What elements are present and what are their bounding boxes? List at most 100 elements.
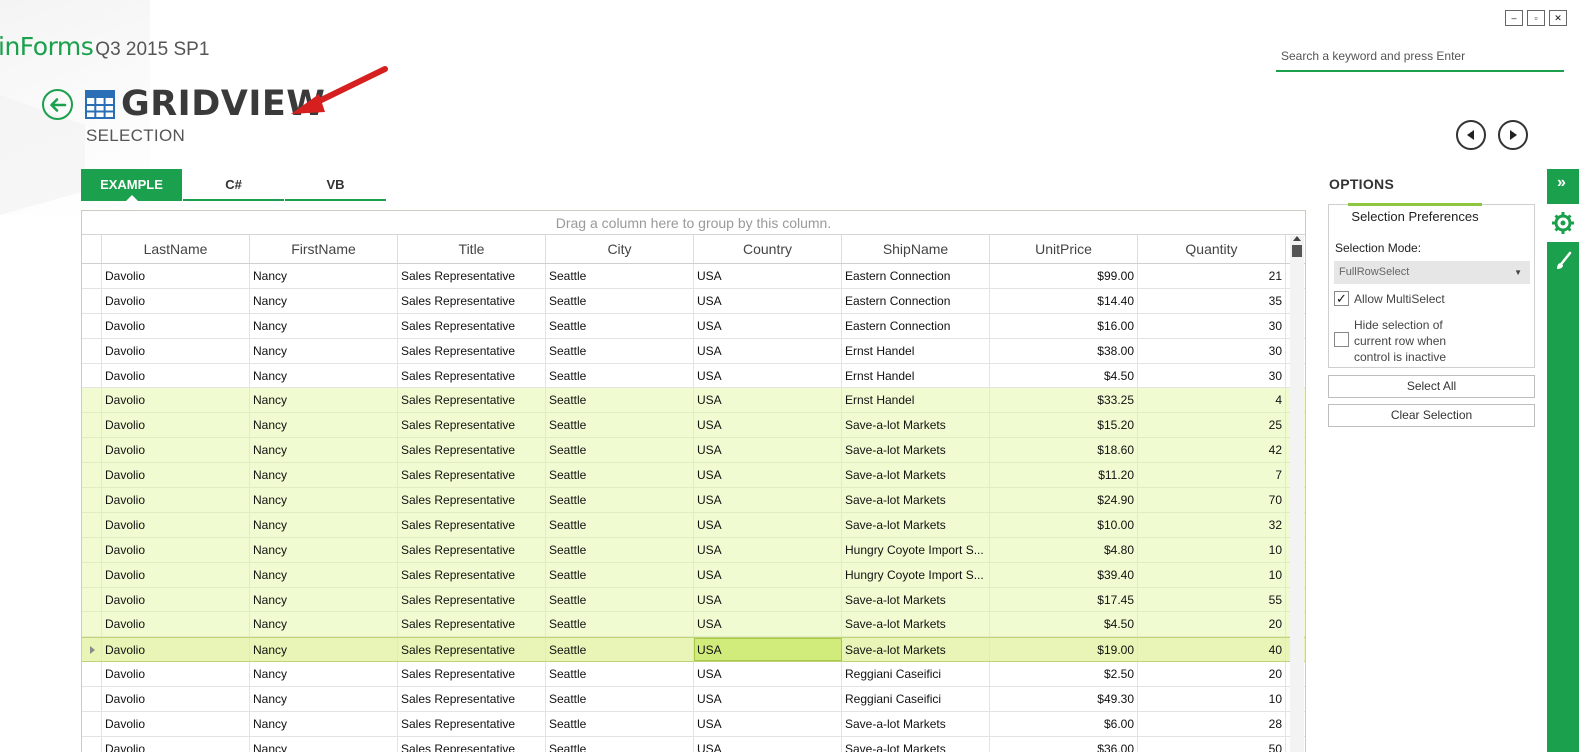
cell-firstname[interactable]: Nancy	[250, 338, 398, 363]
cell-title[interactable]: Sales Representative	[398, 587, 546, 612]
table-row[interactable]: Davolio Nancy Sales Representative Seattle U…	[82, 612, 1305, 638]
cell-city[interactable]: Seattle	[546, 338, 694, 363]
cell-firstname[interactable]: Nancy	[250, 736, 398, 752]
cell-city[interactable]: Seattle	[546, 612, 694, 637]
cell-quantity[interactable]: 28	[1138, 712, 1286, 736]
cell-quantity[interactable]: 10	[1138, 687, 1286, 712]
cell-quantity[interactable]: 20	[1138, 612, 1286, 637]
row-indicator-cell[interactable]	[82, 537, 102, 562]
cell-city[interactable]: Seattle	[546, 388, 694, 413]
cell-title[interactable]: Sales Representative	[398, 638, 546, 662]
cell-firstname[interactable]: Nancy	[250, 463, 398, 488]
cell-lastname[interactable]: Davolio	[102, 712, 250, 736]
cell-title[interactable]: Sales Representative	[398, 264, 546, 288]
cell-unitprice[interactable]: $11.20	[990, 463, 1138, 488]
cell-unitprice[interactable]: $49.30	[990, 687, 1138, 712]
allow-multiselect-option[interactable]: ✓ Allow MultiSelect	[1334, 291, 1445, 307]
cell-country[interactable]: USA	[694, 638, 842, 662]
cell-lastname[interactable]: Davolio	[102, 537, 250, 562]
cell-shipname[interactable]: Ernst Handel	[842, 363, 990, 388]
row-indicator-cell[interactable]	[82, 463, 102, 488]
cell-country[interactable]: USA	[694, 388, 842, 413]
row-indicator-cell[interactable]	[82, 712, 102, 736]
cell-city[interactable]: Seattle	[546, 638, 694, 662]
cell-shipname[interactable]: Save-a-lot Markets	[842, 612, 990, 637]
cell-shipname[interactable]: Save-a-lot Markets	[842, 463, 990, 488]
cell-shipname[interactable]: Save-a-lot Markets	[842, 712, 990, 736]
cell-title[interactable]: Sales Representative	[398, 338, 546, 363]
selection-mode-dropdown[interactable]: FullRowSelect ▼	[1334, 261, 1530, 284]
cell-shipname[interactable]: Eastern Connection	[842, 264, 990, 288]
cell-title[interactable]: Sales Representative	[398, 463, 546, 488]
chevron-right-icon[interactable]: »	[1557, 174, 1566, 192]
cell-quantity[interactable]: 20	[1138, 662, 1286, 687]
cell-quantity[interactable]: 40	[1138, 638, 1286, 662]
cell-city[interactable]: Seattle	[546, 363, 694, 388]
cell-country[interactable]: USA	[694, 662, 842, 687]
cell-quantity[interactable]: 30	[1138, 313, 1286, 338]
cell-unitprice[interactable]: $17.45	[990, 587, 1138, 612]
group-panel[interactable]: Drag a column here to group by this colu…	[82, 211, 1305, 235]
table-row[interactable]: Davolio Nancy Sales Representative Seattle U…	[82, 438, 1305, 464]
cell-firstname[interactable]: Nancy	[250, 638, 398, 662]
cell-city[interactable]: Seattle	[546, 712, 694, 736]
cell-country[interactable]: USA	[694, 587, 842, 612]
cell-title[interactable]: Sales Representative	[398, 363, 546, 388]
cell-lastname[interactable]: Davolio	[102, 612, 250, 637]
cell-lastname[interactable]: Davolio	[102, 413, 250, 438]
table-row[interactable]: Davolio Nancy Sales Representative Seattle U…	[82, 288, 1305, 314]
cell-title[interactable]: Sales Representative	[398, 562, 546, 587]
cell-title[interactable]: Sales Representative	[398, 537, 546, 562]
back-button[interactable]	[42, 89, 73, 120]
column-header-country[interactable]: Country	[694, 235, 842, 263]
cell-lastname[interactable]: Davolio	[102, 264, 250, 288]
grid-view[interactable]: Drag a column here to group by this colu…	[81, 210, 1306, 752]
cell-firstname[interactable]: Nancy	[250, 388, 398, 413]
cell-quantity[interactable]: 25	[1138, 413, 1286, 438]
cell-firstname[interactable]: Nancy	[250, 612, 398, 637]
cell-country[interactable]: USA	[694, 413, 842, 438]
column-header-lastname[interactable]: LastName	[102, 235, 250, 263]
cell-quantity[interactable]: 21	[1138, 264, 1286, 288]
cell-title[interactable]: Sales Representative	[398, 612, 546, 637]
table-row[interactable]: Davolio Nancy Sales Representative Seattle U…	[82, 562, 1305, 588]
table-row[interactable]: Davolio Nancy Sales Representative Seattle U…	[82, 712, 1305, 737]
cell-country[interactable]: USA	[694, 363, 842, 388]
cell-shipname[interactable]: Ernst Handel	[842, 388, 990, 413]
tab-vb[interactable]: VB	[285, 169, 386, 201]
search-input[interactable]	[1276, 44, 1564, 68]
cell-unitprice[interactable]: $19.00	[990, 638, 1138, 662]
row-indicator-cell[interactable]	[82, 662, 102, 687]
table-row[interactable]: Davolio Nancy Sales Representative Seattle U…	[82, 313, 1305, 339]
column-header-title[interactable]: Title	[398, 235, 546, 263]
cell-firstname[interactable]: Nancy	[250, 562, 398, 587]
cell-title[interactable]: Sales Representative	[398, 438, 546, 463]
table-row[interactable]: Davolio Nancy Sales Representative Seattle U…	[82, 413, 1305, 439]
cell-lastname[interactable]: Davolio	[102, 662, 250, 687]
cell-lastname[interactable]: Davolio	[102, 687, 250, 712]
cell-shipname[interactable]: Reggiani Caseifici	[842, 687, 990, 712]
cell-unitprice[interactable]: $16.00	[990, 313, 1138, 338]
row-indicator-cell[interactable]	[82, 264, 102, 288]
cell-country[interactable]: USA	[694, 512, 842, 537]
minimize-button[interactable]: –	[1505, 10, 1523, 26]
clear-selection-button[interactable]: Clear Selection	[1328, 404, 1535, 427]
cell-unitprice[interactable]: $2.50	[990, 662, 1138, 687]
cell-country[interactable]: USA	[694, 537, 842, 562]
cell-firstname[interactable]: Nancy	[250, 662, 398, 687]
cell-firstname[interactable]: Nancy	[250, 438, 398, 463]
cell-firstname[interactable]: Nancy	[250, 288, 398, 313]
cell-city[interactable]: Seattle	[546, 662, 694, 687]
cell-lastname[interactable]: Davolio	[102, 488, 250, 512]
cell-title[interactable]: Sales Representative	[398, 687, 546, 712]
column-header-quantity[interactable]: Quantity	[1138, 235, 1286, 263]
cell-country[interactable]: USA	[694, 488, 842, 512]
table-row[interactable]: Davolio Nancy Sales Representative Seattle U…	[82, 363, 1305, 389]
cell-country[interactable]: USA	[694, 736, 842, 752]
hide-selection-checkbox[interactable]	[1334, 332, 1349, 347]
cell-quantity[interactable]: 30	[1138, 363, 1286, 388]
cell-shipname[interactable]: Save-a-lot Markets	[842, 413, 990, 438]
cell-shipname[interactable]: Reggiani Caseifici	[842, 662, 990, 687]
table-row[interactable]: Davolio Nancy Sales Representative Seattle U…	[82, 388, 1305, 414]
column-header-city[interactable]: City	[546, 235, 694, 263]
